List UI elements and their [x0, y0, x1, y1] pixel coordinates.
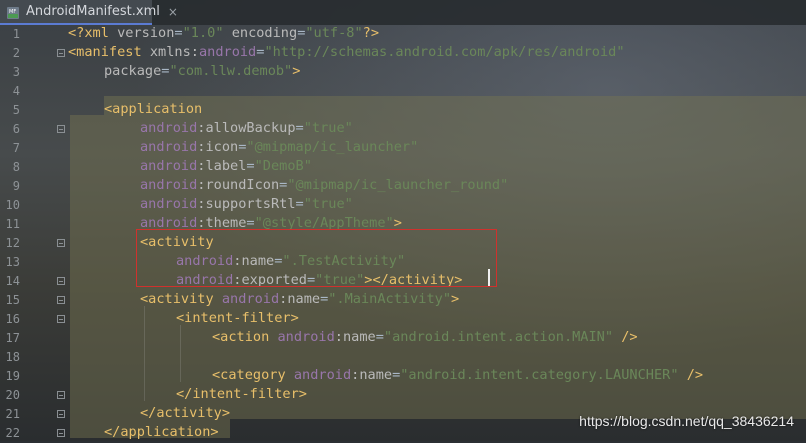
code-line-22: </application>	[104, 424, 219, 440]
line-number: 2	[12, 46, 20, 60]
fold-toggle-icon[interactable]	[57, 429, 65, 437]
line-number: 10	[5, 198, 20, 212]
code-line-7: android:icon="@mipmap/ic_launcher"	[140, 139, 419, 155]
line-number: 7	[12, 141, 20, 155]
code-line-16: <intent-filter>	[176, 310, 299, 326]
fold-toggle-icon[interactable]	[57, 125, 65, 133]
line-number: 4	[12, 84, 20, 98]
code-line-9: android:roundIcon="@mipmap/ic_launcher_r…	[140, 177, 509, 193]
code-line-6: android:allowBackup="true"	[140, 120, 353, 136]
svg-text:MF: MF	[9, 9, 16, 15]
xml-file-icon: MF	[6, 5, 20, 19]
line-number: 11	[5, 217, 20, 231]
text-caret	[488, 269, 490, 286]
fold-toggle-icon[interactable]	[57, 410, 65, 418]
line-number-gutter: 1 2 3 4 5 6 7 8 9 10 11 12 13 14 15 16 1…	[0, 25, 65, 441]
tab-androidmanifest[interactable]: MF AndroidManifest.xml ×	[0, 0, 178, 25]
code-line-5: <application	[104, 101, 203, 117]
line-number: 5	[12, 103, 20, 117]
code-line-17: <action android:name="android.intent.act…	[212, 329, 638, 345]
code-line-21: </activity>	[140, 405, 231, 421]
code-line-3: package="com.llw.demob">	[104, 63, 301, 79]
line-number: 9	[12, 179, 20, 193]
fold-toggle-icon[interactable]	[57, 315, 65, 323]
line-number: 18	[5, 350, 20, 364]
close-icon[interactable]: ×	[168, 5, 178, 19]
line-number: 17	[5, 331, 20, 345]
fold-toggle-icon[interactable]	[57, 296, 65, 304]
highlight-box	[136, 229, 497, 287]
line-number: 22	[5, 426, 20, 440]
fold-toggle-icon[interactable]	[57, 239, 65, 247]
code-line-8: android:label="DemoB"	[140, 158, 312, 174]
code-line-2: <manifest xmlns:android="http://schemas.…	[68, 44, 625, 60]
line-number: 21	[5, 407, 20, 421]
code-line-19: <category android:name="android.intent.c…	[212, 367, 704, 383]
fold-toggle-icon[interactable]	[57, 49, 65, 57]
line-number: 19	[5, 369, 20, 383]
code-line-10: android:supportsRtl="true"	[140, 196, 353, 212]
line-number: 13	[5, 255, 20, 269]
tab-title: AndroidManifest.xml	[26, 4, 160, 19]
line-number: 15	[5, 293, 20, 307]
fold-toggle-icon[interactable]	[57, 391, 65, 399]
watermark: https://blog.csdn.net/qq_38436214	[579, 413, 794, 429]
editor-tab-bar: MF AndroidManifest.xml ×	[0, 0, 806, 25]
line-number: 1	[12, 27, 20, 41]
line-number: 20	[5, 388, 20, 402]
line-number: 6	[12, 122, 20, 136]
line-number: 14	[5, 274, 20, 288]
line-number: 16	[5, 312, 20, 326]
line-number: 8	[12, 160, 20, 174]
line-number: 12	[5, 236, 20, 250]
code-line-15: <activity android:name=".MainActivity">	[140, 291, 460, 307]
line-number: 3	[12, 65, 20, 79]
fold-toggle-icon[interactable]	[57, 277, 65, 285]
code-line-20: </intent-filter>	[176, 386, 307, 402]
code-line-1: <?xml version="1.0" encoding="utf-8"?>	[68, 25, 380, 41]
